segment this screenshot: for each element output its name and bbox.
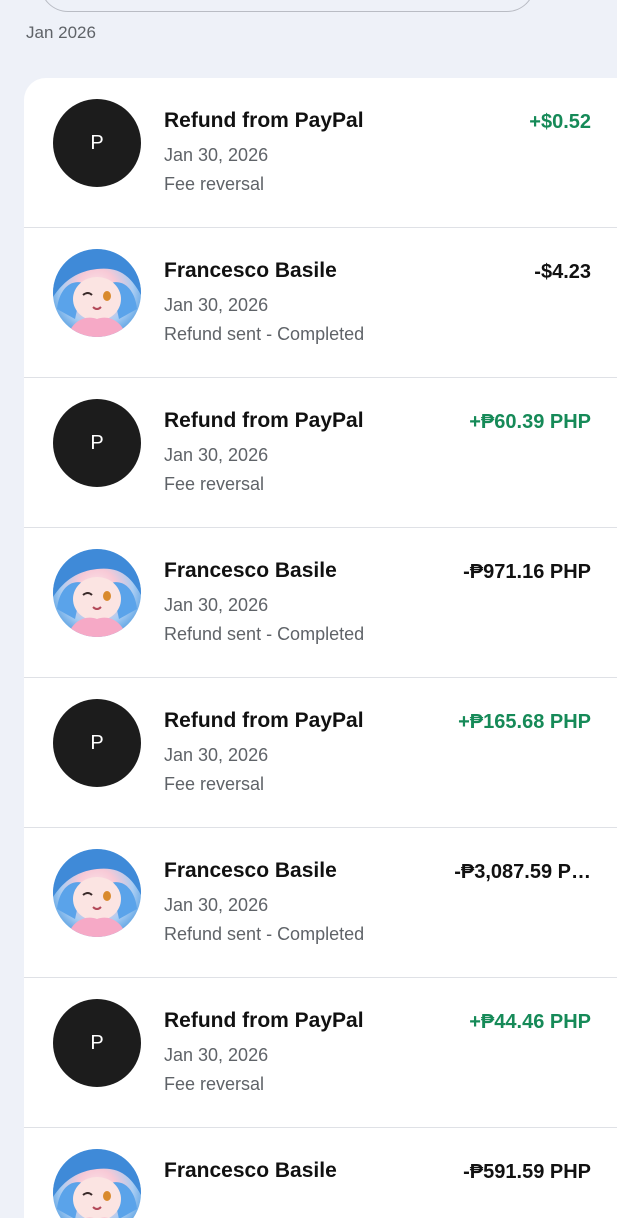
transaction-description: Refund sent - Completed <box>164 624 365 644</box>
transaction-date: Jan 30, 2026 <box>164 145 269 165</box>
transaction-amount: +₱60.39 PHP <box>469 411 591 433</box>
transaction-amount: -₱971.16 PHP <box>463 561 591 583</box>
transaction-name: Refund from PayPal <box>164 109 364 132</box>
avatar-photo <box>53 849 141 937</box>
transaction-row[interactable]: P Refund from PayPal Jan 30, 2026 Fee re… <box>24 978 617 1128</box>
avatar-initial-letter: P <box>90 131 104 154</box>
transaction-amount: +₱165.68 PHP <box>458 711 591 733</box>
transaction-amount: -$4.23 <box>534 261 591 283</box>
transaction-name: Refund from PayPal <box>164 409 364 432</box>
transaction-description: Fee reversal <box>164 474 265 494</box>
avatar-initial-letter: P <box>90 431 104 454</box>
transaction-date: Jan 30, 2026 <box>164 1045 269 1065</box>
search-bar[interactable] <box>40 0 535 12</box>
transaction-date: Jan 30, 2026 <box>164 595 269 615</box>
transaction-list: P Refund from PayPal Jan 30, 2026 Fee re… <box>24 78 617 1218</box>
transaction-row[interactable]: Francesco Basile Jan 30, 2026 Refund sen… <box>24 828 617 978</box>
transaction-row[interactable]: P Refund from PayPal Jan 30, 2026 Fee re… <box>24 78 617 228</box>
avatar-initial: P <box>53 999 141 1087</box>
transaction-row[interactable]: Francesco Basile Jan 30, 2026 Refund sen… <box>24 528 617 678</box>
transaction-name: Refund from PayPal <box>164 1009 364 1032</box>
avatar-initial: P <box>53 399 141 487</box>
transaction-description: Refund sent - Completed <box>164 924 365 944</box>
transaction-name: Francesco Basile <box>164 259 337 282</box>
transaction-row[interactable]: Francesco Basile Jan 30, 2026 Refund sen… <box>24 228 617 378</box>
avatar-initial-letter: P <box>90 1031 104 1054</box>
avatar-photo <box>53 249 141 337</box>
month-label: Jan 2026 <box>26 23 96 42</box>
transaction-name: Francesco Basile <box>164 559 337 582</box>
avatar-initial: P <box>53 699 141 787</box>
transaction-row[interactable]: P Refund from PayPal Jan 30, 2026 Fee re… <box>24 378 617 528</box>
transaction-amount: -₱591.59 PHP <box>463 1161 591 1183</box>
transaction-description: Refund sent - Completed <box>164 324 365 344</box>
transaction-name: Francesco Basile <box>164 1159 337 1182</box>
transaction-amount: -₱3,087.59 P… <box>454 861 591 883</box>
transaction-date: Jan 30, 2026 <box>164 745 269 765</box>
transaction-description: Fee reversal <box>164 1074 265 1094</box>
transaction-name: Refund from PayPal <box>164 709 364 732</box>
transaction-name: Francesco Basile <box>164 859 337 882</box>
transaction-amount: +$0.52 <box>529 111 591 133</box>
transaction-description: Fee reversal <box>164 174 265 194</box>
transaction-date: Jan 30, 2026 <box>164 895 269 915</box>
transaction-date: Jan 30, 2026 <box>164 295 269 315</box>
avatar-photo <box>53 1149 141 1218</box>
transaction-description: Fee reversal <box>164 774 265 794</box>
transaction-row[interactable]: Francesco Basile -₱591.59 PHP <box>24 1128 617 1218</box>
transaction-date: Jan 30, 2026 <box>164 445 269 465</box>
avatar-photo <box>53 549 141 637</box>
avatar-initial-letter: P <box>90 731 104 754</box>
transaction-row[interactable]: P Refund from PayPal Jan 30, 2026 Fee re… <box>24 678 617 828</box>
avatar-initial: P <box>53 99 141 187</box>
transaction-amount: +₱44.46 PHP <box>469 1011 591 1033</box>
